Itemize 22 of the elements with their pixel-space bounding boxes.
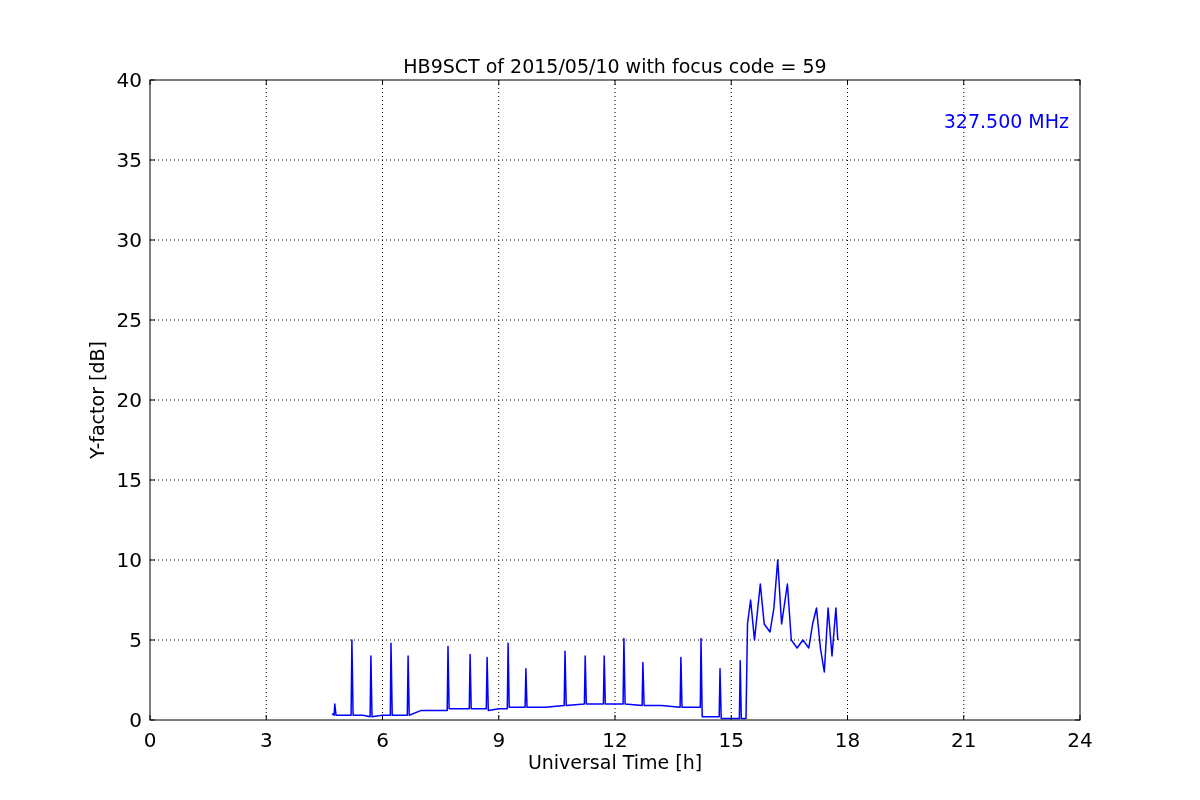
axis-tick-label: 9 bbox=[492, 728, 506, 752]
series-label: 327.500 MHz bbox=[943, 110, 1069, 132]
x-axis-label: Universal Time [h] bbox=[527, 751, 703, 773]
axis-tick-label: 12 bbox=[602, 728, 628, 752]
axis-tick-label: 5 bbox=[129, 628, 142, 652]
axis-tick-label: 6 bbox=[376, 728, 389, 752]
axis-tick-label: 35 bbox=[116, 148, 142, 172]
axis-tick-label: 3 bbox=[259, 728, 273, 752]
chart-title: HB9SCT of 2015/05/10 with focus code = 59 bbox=[403, 55, 827, 77]
axis-tick-label: 0 bbox=[143, 728, 157, 752]
axis-tick-label: 15 bbox=[116, 468, 142, 492]
axis-tick-label: 24 bbox=[1067, 728, 1093, 752]
axis-tick-label: 18 bbox=[834, 728, 861, 752]
axis-tick-label: 0 bbox=[129, 708, 142, 732]
axis-tick-label: 40 bbox=[116, 68, 142, 92]
axis-tick-label: 15 bbox=[718, 728, 744, 752]
y-axis-label: Y-factor [dB] bbox=[86, 341, 108, 459]
axis-tick-label: 25 bbox=[116, 308, 142, 332]
axis-tick-label: 30 bbox=[116, 228, 142, 252]
axis-tick-label: 21 bbox=[951, 728, 977, 752]
axis-tick-label: 10 bbox=[116, 548, 142, 572]
axis-tick-label: 20 bbox=[116, 388, 142, 412]
